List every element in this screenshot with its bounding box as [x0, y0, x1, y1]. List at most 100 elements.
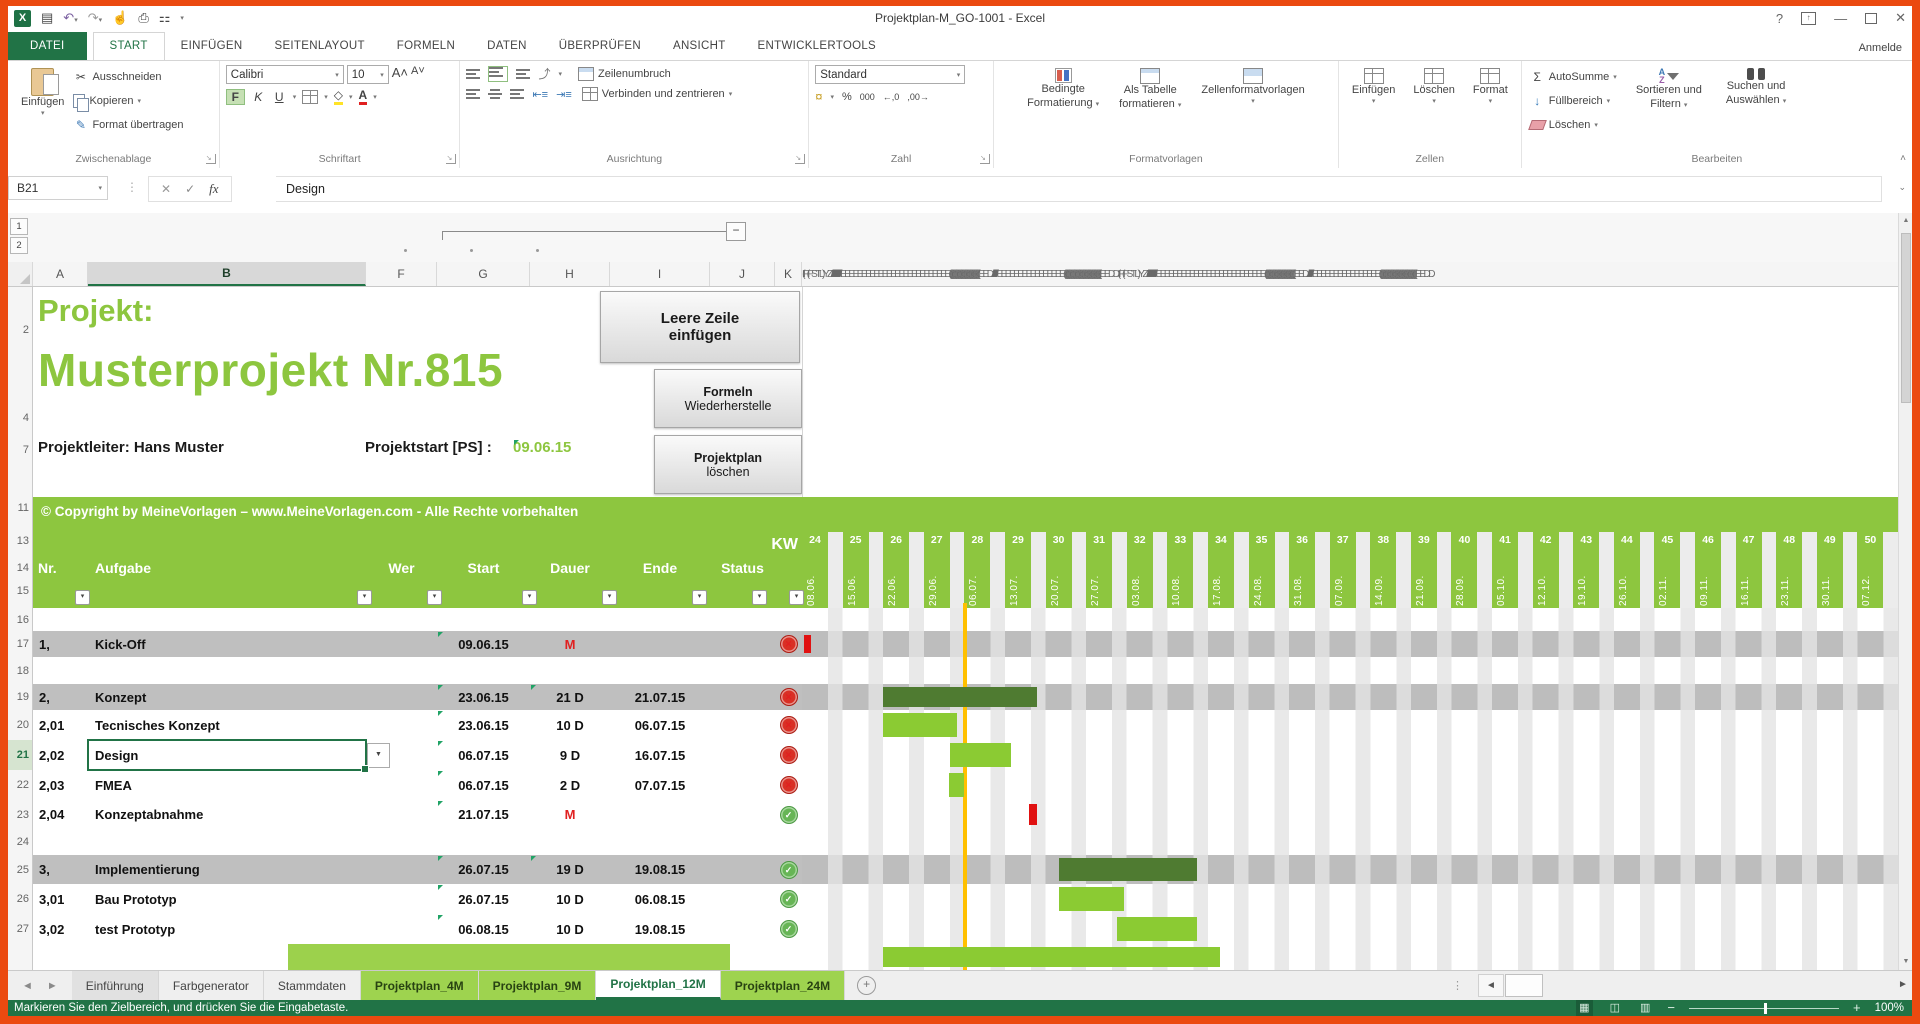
cell-nr-17[interactable]: 1, — [33, 631, 88, 657]
cell-ende-25[interactable]: 19.08.15 — [610, 855, 710, 884]
shrink-font-button[interactable]: A˅ — [411, 65, 425, 84]
row-header-15[interactable]: 15 — [17, 585, 29, 597]
cell-nr-21[interactable]: 2,02 — [33, 740, 88, 770]
gantt-bar-26[interactable] — [1059, 887, 1124, 911]
cell-task-19[interactable]: Konzept — [88, 684, 366, 710]
cell-nr-24[interactable] — [33, 829, 88, 855]
align-right-icon[interactable] — [510, 89, 524, 99]
cell-dauer-26[interactable]: 10 D — [530, 884, 610, 914]
orientation-icon[interactable]: ⤴ — [538, 65, 550, 82]
fill-color-icon[interactable]: ◇ — [334, 88, 343, 105]
filter-button[interactable]: ▾ — [522, 590, 537, 605]
gantt-bar-25[interactable] — [1059, 858, 1197, 881]
row-header-16[interactable]: 16 — [8, 608, 32, 631]
select-all-corner[interactable] — [8, 262, 33, 286]
row-header-2[interactable]: 2 — [23, 324, 29, 336]
cell-start-26[interactable]: 26.07.15 — [437, 884, 530, 914]
gantt-bar-22[interactable] — [949, 773, 964, 797]
percent-format-icon[interactable]: % — [842, 91, 852, 103]
column-header-A[interactable]: A — [33, 262, 88, 286]
zoom-out-icon[interactable]: − — [1667, 1001, 1675, 1015]
normal-view-icon[interactable]: ▦ — [1576, 1000, 1592, 1016]
ribbon-display-options-icon[interactable]: ↑ — [1801, 12, 1816, 25]
row-header-26[interactable]: 26 — [8, 884, 32, 914]
row-header-4[interactable]: 4 — [23, 412, 29, 424]
row-header-11[interactable]: 11 — [18, 502, 29, 514]
increase-decimal-icon[interactable]: ←,0 — [883, 92, 900, 102]
cell-dauer-24[interactable] — [530, 829, 610, 855]
filter-button[interactable]: ▾ — [602, 590, 617, 605]
hscroll-left-icon[interactable]: ◄ — [1478, 974, 1504, 997]
ribbon-tab-seitenlayout[interactable]: SEITENLAYOUT — [258, 33, 380, 60]
cell-styles-button[interactable]: Zellenformatvorlagen▾ — [1194, 65, 1311, 152]
zoom-in-icon[interactable]: + — [1853, 1001, 1861, 1015]
expand-formula-bar-icon[interactable]: ⌄ — [1898, 182, 1906, 193]
cell-dauer-20[interactable]: 10 D — [530, 710, 610, 740]
cell-start-27[interactable]: 06.08.15 — [437, 914, 530, 944]
number-format-select[interactable]: Standard▾ — [815, 65, 965, 84]
column-header-I[interactable]: I — [610, 262, 710, 286]
cell-ende-19[interactable]: 21.07.15 — [610, 684, 710, 710]
cell-ende-18[interactable] — [610, 657, 710, 684]
sheet-tab-Stammdaten[interactable]: Stammdaten — [264, 971, 361, 1000]
row-header-14[interactable]: 14 — [17, 562, 29, 574]
row-header-25[interactable]: 25 — [8, 855, 32, 884]
sheet-tab-Projektplan_24M[interactable]: Projektplan_24M — [721, 971, 845, 1000]
cell-dropdown-button[interactable]: ▼ — [367, 743, 390, 768]
cell-nr-20[interactable]: 2,01 — [33, 710, 88, 740]
cell-nr-23[interactable]: 2,04 — [33, 800, 88, 829]
row-header-28[interactable] — [8, 944, 32, 970]
ribbon-tab-einfügen[interactable]: EINFÜGEN — [165, 33, 259, 60]
cell-task-26[interactable]: Bau Prototyp — [88, 884, 366, 914]
column-header-K[interactable]: K — [775, 262, 802, 286]
column-header-G[interactable]: G — [437, 262, 530, 286]
dialog-launcher-number[interactable]: ↘ — [980, 154, 990, 164]
cell-ende-20[interactable]: 06.07.15 — [610, 710, 710, 740]
column-header-H[interactable]: H — [530, 262, 610, 286]
ribbon-tab-entwicklertools[interactable]: ENTWICKLERTOOLS — [742, 33, 892, 60]
name-box[interactable]: B21▾ — [8, 176, 108, 200]
filter-button[interactable]: ▾ — [357, 590, 372, 605]
sheet-tab-Projektplan_4M[interactable]: Projektplan_4M — [361, 971, 479, 1000]
align-bottom-icon[interactable] — [516, 69, 530, 79]
cell-ende-23[interactable] — [610, 800, 710, 829]
comma-format-icon[interactable]: 000 — [860, 92, 875, 102]
gantt-bar-20[interactable] — [883, 713, 957, 737]
cell-dauer-27[interactable]: 10 D — [530, 914, 610, 944]
delete-cells-button[interactable]: Löschen▾ — [1406, 65, 1462, 152]
sheet-nav-prev-icon[interactable]: ◄ — [22, 980, 33, 992]
insert-empty-row-button[interactable]: Leere Zeileeinfügen — [600, 291, 800, 363]
row-header-27[interactable]: 27 — [8, 914, 32, 944]
decrease-indent-icon[interactable]: ⇤≡ — [532, 88, 548, 101]
page-break-view-icon[interactable]: ▥ — [1637, 1000, 1653, 1016]
cell-start-22[interactable]: 06.07.15 — [437, 770, 530, 800]
italic-button[interactable]: K — [251, 90, 266, 104]
cell-nr-25[interactable]: 3, — [33, 855, 88, 884]
cell-dauer-18[interactable] — [530, 657, 610, 684]
vertical-scrollbar[interactable]: ▲ ▼ — [1898, 213, 1912, 970]
insert-cells-button[interactable]: Einfügen▾ — [1345, 65, 1402, 152]
account-label[interactable]: Anmelde — [1859, 42, 1902, 54]
outline-level-1-button[interactable]: 1 — [10, 218, 28, 235]
gantt-bar-21[interactable] — [950, 743, 1011, 767]
autosum-button[interactable]: ΣAutoSumme▾ — [1528, 65, 1619, 89]
cell-nr-16[interactable] — [33, 608, 88, 631]
fill-button[interactable]: ↓Füllbereich▾ — [1528, 89, 1619, 113]
cell-dauer-17[interactable]: M — [530, 631, 610, 657]
cell-ende-22[interactable]: 07.07.15 — [610, 770, 710, 800]
column-header-F[interactable]: F — [366, 262, 437, 286]
row-header-13[interactable]: 13 — [17, 535, 29, 547]
ribbon-tab-start[interactable]: START — [93, 32, 165, 60]
status-error-icon[interactable]: ✕ — [780, 776, 798, 794]
row-header-24[interactable]: 24 — [8, 829, 32, 855]
scroll-up-icon[interactable]: ▲ — [1899, 213, 1913, 229]
dialog-launcher-font[interactable]: ↘ — [446, 154, 456, 164]
bold-button[interactable]: F — [226, 89, 245, 105]
cell-task-23[interactable]: Konzeptabnahme — [88, 800, 366, 829]
gantt-bar-19[interactable] — [883, 687, 1037, 707]
cell-task-20[interactable]: Tecnisches Konzept — [88, 710, 366, 740]
milestone-23[interactable] — [1029, 804, 1036, 825]
cell-dauer-25[interactable]: 19 D — [530, 855, 610, 884]
cell-task-27[interactable]: test Prototyp — [88, 914, 366, 944]
ribbon-tab-daten[interactable]: DATEN — [471, 33, 543, 60]
